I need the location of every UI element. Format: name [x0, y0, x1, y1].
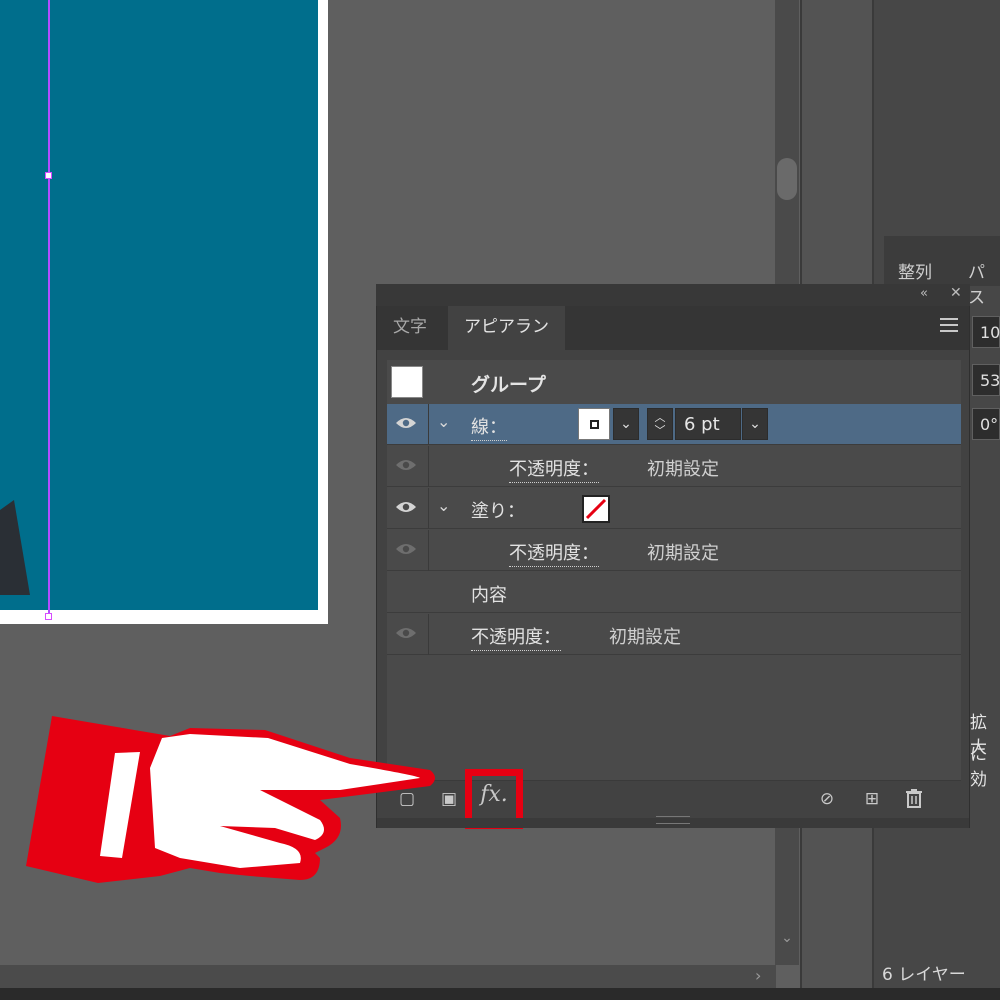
close-icon[interactable]: ✕: [950, 285, 962, 301]
opacity-label[interactable]: 不透明度：: [471, 623, 561, 651]
fill-none-swatch[interactable]: [582, 495, 610, 523]
stroke-opacity-row[interactable]: 不透明度： 初期設定: [387, 446, 961, 487]
opacity-value: 初期設定: [647, 459, 719, 480]
row-divider: [428, 446, 429, 487]
stroke-row[interactable]: ⌄ 線： ⌄ ︿ ﹀ 6 pt ⌄: [387, 404, 961, 445]
row-divider: [428, 404, 429, 445]
scroll-down-icon[interactable]: ⌄: [778, 930, 796, 948]
stroke-label[interactable]: 線：: [471, 413, 507, 441]
selection-path[interactable]: [48, 0, 50, 618]
row-divider: [428, 614, 429, 655]
opacity-label[interactable]: 不透明度：: [509, 455, 599, 483]
contents-row[interactable]: 内容: [387, 572, 961, 613]
anchor-point[interactable]: [45, 613, 52, 620]
contents-label: 内容: [471, 585, 507, 606]
prohibited-icon[interactable]: ⊘: [816, 788, 838, 810]
anchor-point[interactable]: [45, 172, 52, 179]
transform-field[interactable]: 10: [972, 316, 1000, 348]
tab-appearance[interactable]: アピアランス: [448, 306, 565, 379]
eye-icon[interactable]: [395, 457, 417, 473]
plus-square-icon[interactable]: ⊞: [861, 788, 883, 810]
double-chevron-left-icon[interactable]: «: [920, 286, 928, 301]
stroke-weight-input[interactable]: 6 pt: [675, 408, 741, 440]
scroll-right-icon[interactable]: ›: [755, 966, 761, 985]
group-thumbnail: [391, 366, 423, 398]
tab-align[interactable]: 整列: [898, 258, 932, 283]
transform-field[interactable]: 0°: [972, 408, 1000, 440]
opacity-value: 初期設定: [609, 627, 681, 648]
background-label: に効: [970, 745, 987, 790]
row-divider: [428, 488, 429, 529]
layer-count: 6 レイヤー: [882, 965, 966, 985]
artwork-shape[interactable]: [0, 500, 60, 610]
opacity-value: 初期設定: [647, 543, 719, 564]
fill-row[interactable]: ⌄ 塗り：: [387, 488, 961, 529]
scrollbar-thumb[interactable]: [777, 158, 797, 200]
chevron-down-icon[interactable]: ⌄: [742, 408, 768, 440]
pointing-hand-icon: [26, 716, 435, 883]
eye-icon[interactable]: [395, 415, 417, 431]
group-opacity-row[interactable]: 不透明度： 初期設定: [387, 614, 961, 655]
row-divider: [428, 530, 429, 571]
trash-icon[interactable]: [903, 788, 925, 810]
tab-character[interactable]: 文字: [377, 306, 447, 350]
transform-field[interactable]: 53: [972, 364, 1000, 396]
fill-opacity-row[interactable]: 不透明度： 初期設定: [387, 530, 961, 571]
eye-icon[interactable]: [395, 499, 417, 515]
chevron-down-icon[interactable]: ⌄: [437, 412, 450, 431]
hamburger-menu-icon[interactable]: [940, 318, 958, 334]
stepper-icon[interactable]: ︿ ﹀: [647, 408, 673, 440]
object-type-label: グループ: [471, 374, 546, 396]
eye-icon[interactable]: [395, 625, 417, 641]
panel-titlebar[interactable]: [376, 284, 970, 306]
status-bar: [0, 988, 1000, 1000]
opacity-label[interactable]: 不透明度：: [509, 539, 599, 567]
chevron-down-icon[interactable]: ⌄: [437, 496, 450, 515]
fill-label[interactable]: 塗り：: [471, 497, 525, 523]
stroke-swatch[interactable]: [578, 408, 610, 440]
tab-pathfinder[interactable]: パス: [968, 258, 1000, 308]
eye-icon[interactable]: [395, 541, 417, 557]
resize-grip[interactable]: [656, 816, 690, 824]
chevron-down-icon[interactable]: ⌄: [613, 408, 639, 440]
